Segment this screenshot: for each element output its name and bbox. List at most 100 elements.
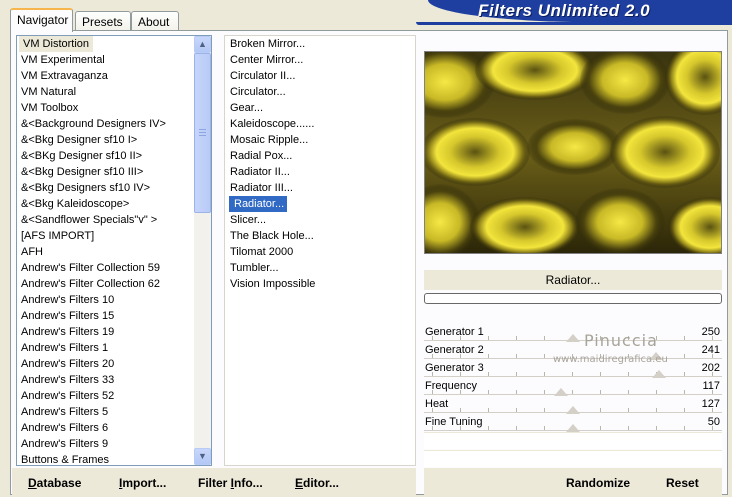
category-item[interactable]: VM Natural	[17, 84, 194, 100]
category-item[interactable]: Buttons & Frames	[17, 452, 194, 465]
category-label: &<Bkg Designers sf10 IV>	[21, 182, 151, 194]
category-item[interactable]: VM Experimental	[17, 52, 194, 68]
tab-presets[interactable]: Presets	[75, 11, 131, 31]
filter-item[interactable]: Circulator...	[225, 84, 415, 100]
reset-button[interactable]: Reset	[666, 476, 699, 490]
slider-tick	[460, 408, 461, 412]
filter-info-button[interactable]: Filter Info...	[198, 476, 263, 490]
category-scrollbar[interactable]: ▲ ▼	[194, 36, 211, 465]
slider-row[interactable]: Fine Tuning 50	[424, 414, 722, 432]
category-item[interactable]: Andrew's Filters 33	[17, 372, 194, 388]
category-item[interactable]: Andrew's Filters 5	[17, 404, 194, 420]
slider-tick	[628, 372, 629, 376]
filter-item[interactable]: Slicer...	[225, 212, 415, 228]
slider-row[interactable]: Generator 1 250	[424, 324, 722, 342]
slider-tick	[460, 336, 461, 340]
scroll-grip-line	[199, 132, 206, 133]
slider-knob[interactable]	[566, 334, 580, 342]
category-item[interactable]: Andrew's Filters 9	[17, 436, 194, 452]
category-item[interactable]: &<Bkg Designer sf10 I>	[17, 132, 194, 148]
category-item[interactable]: Andrew's Filters 6	[17, 420, 194, 436]
category-label: Andrew's Filters 15	[21, 310, 115, 322]
filter-item[interactable]: Kaleidoscope......	[225, 116, 415, 132]
empty-slider-slot	[424, 450, 722, 467]
filter-item[interactable]: Tumbler...	[225, 260, 415, 276]
filter-item[interactable]: Gear...	[225, 100, 415, 116]
category-label: Andrew's Filters 6	[21, 422, 109, 434]
filter-label: Tilomat 2000	[230, 246, 294, 258]
category-item[interactable]: &<Bkg Kaleidoscope>	[17, 196, 194, 212]
slider-label: Generator 1	[425, 326, 484, 338]
category-item[interactable]: Andrew's Filters 52	[17, 388, 194, 404]
category-item[interactable]: &<Sandflower Specials"v" >	[17, 212, 194, 228]
randomize-button[interactable]: Randomize	[566, 476, 630, 490]
filter-label: Radial Pox...	[230, 150, 293, 162]
category-item[interactable]: Andrew's Filter Collection 59	[17, 260, 194, 276]
category-list[interactable]: VM Distortion VM Experimental VM Extravaga…	[16, 35, 212, 466]
slider-knob[interactable]	[566, 406, 580, 414]
category-item[interactable]: VM Extravaganza	[17, 68, 194, 84]
category-item[interactable]: &<Background Designers IV>	[17, 116, 194, 132]
tab-about[interactable]: About	[131, 11, 179, 31]
preview-graphic	[425, 52, 721, 253]
category-item[interactable]: Andrew's Filter Collection 62	[17, 276, 194, 292]
category-item[interactable]: Andrew's Filters 20	[17, 356, 194, 372]
slider-track[interactable]	[424, 376, 722, 377]
category-item[interactable]: [AFS IMPORT]	[17, 228, 194, 244]
filter-item[interactable]: Radiator...	[225, 196, 415, 212]
category-item[interactable]: AFH	[17, 244, 194, 260]
slider-track[interactable]	[424, 394, 722, 395]
scroll-up-button[interactable]: ▲	[194, 36, 211, 53]
category-item[interactable]: Andrew's Filters 1	[17, 340, 194, 356]
slider-tick	[684, 336, 685, 340]
slider-tick	[572, 372, 573, 376]
slider-tick	[712, 408, 713, 412]
filter-item[interactable]: Mosaic Ripple...	[225, 132, 415, 148]
filter-item[interactable]: Tilomat 2000	[225, 244, 415, 260]
slider-tick	[516, 354, 517, 358]
filter-list[interactable]: Broken Mirror... Center Mirror... Circulat…	[224, 35, 416, 466]
filter-item[interactable]: Center Mirror...	[225, 52, 415, 68]
slider-tick	[628, 408, 629, 412]
slider-tick	[516, 372, 517, 376]
slider-knob[interactable]	[566, 424, 580, 432]
slider-tick	[628, 426, 629, 430]
slider-tick	[544, 354, 545, 358]
filter-label: Mosaic Ripple...	[230, 134, 309, 146]
scroll-down-button[interactable]: ▼	[194, 448, 211, 465]
import-button[interactable]: Import...	[119, 476, 166, 490]
slider-value: 250	[701, 326, 720, 338]
slider-tick	[460, 426, 461, 430]
filter-item[interactable]: Radiator II...	[225, 164, 415, 180]
filter-item[interactable]: Circulator II...	[225, 68, 415, 84]
filter-item[interactable]: Broken Mirror...	[225, 36, 415, 52]
filter-item[interactable]: Vision Impossible	[225, 276, 415, 292]
category-item[interactable]: VM Distortion	[17, 36, 194, 52]
category-item[interactable]: &<Bkg Designer sf10 III>	[17, 164, 194, 180]
category-item[interactable]: Andrew's Filters 10	[17, 292, 194, 308]
category-label: &<BKg Designer sf10 II>	[21, 150, 143, 162]
slider-value: 127	[701, 398, 720, 410]
scroll-thumb[interactable]	[194, 53, 211, 213]
slider-tick	[516, 336, 517, 340]
database-button[interactable]: Database	[28, 476, 81, 490]
filter-item[interactable]: Radial Pox...	[225, 148, 415, 164]
banner-underline	[416, 22, 732, 25]
editor-button[interactable]: Editor...	[295, 476, 339, 490]
slider-tick	[600, 372, 601, 376]
category-item[interactable]: VM Toolbox	[17, 100, 194, 116]
category-item[interactable]: &<BKg Designer sf10 II>	[17, 148, 194, 164]
slider-row[interactable]: Frequency 117	[424, 378, 722, 396]
slider-knob[interactable]	[554, 388, 568, 396]
filter-item[interactable]: Radiator III...	[225, 180, 415, 196]
category-label: Andrew's Filter Collection 59	[21, 262, 161, 274]
category-item[interactable]: Andrew's Filters 19	[17, 324, 194, 340]
filter-item[interactable]: The Black Hole...	[225, 228, 415, 244]
filter-preview-image	[424, 51, 722, 254]
slider-row[interactable]: Heat 127	[424, 396, 722, 414]
tab-navigator[interactable]: Navigator	[10, 8, 73, 32]
slider-knob[interactable]	[652, 370, 666, 378]
category-label: &<Sandflower Specials"v" >	[21, 214, 158, 226]
category-item[interactable]: Andrew's Filters 15	[17, 308, 194, 324]
category-item[interactable]: &<Bkg Designers sf10 IV>	[17, 180, 194, 196]
